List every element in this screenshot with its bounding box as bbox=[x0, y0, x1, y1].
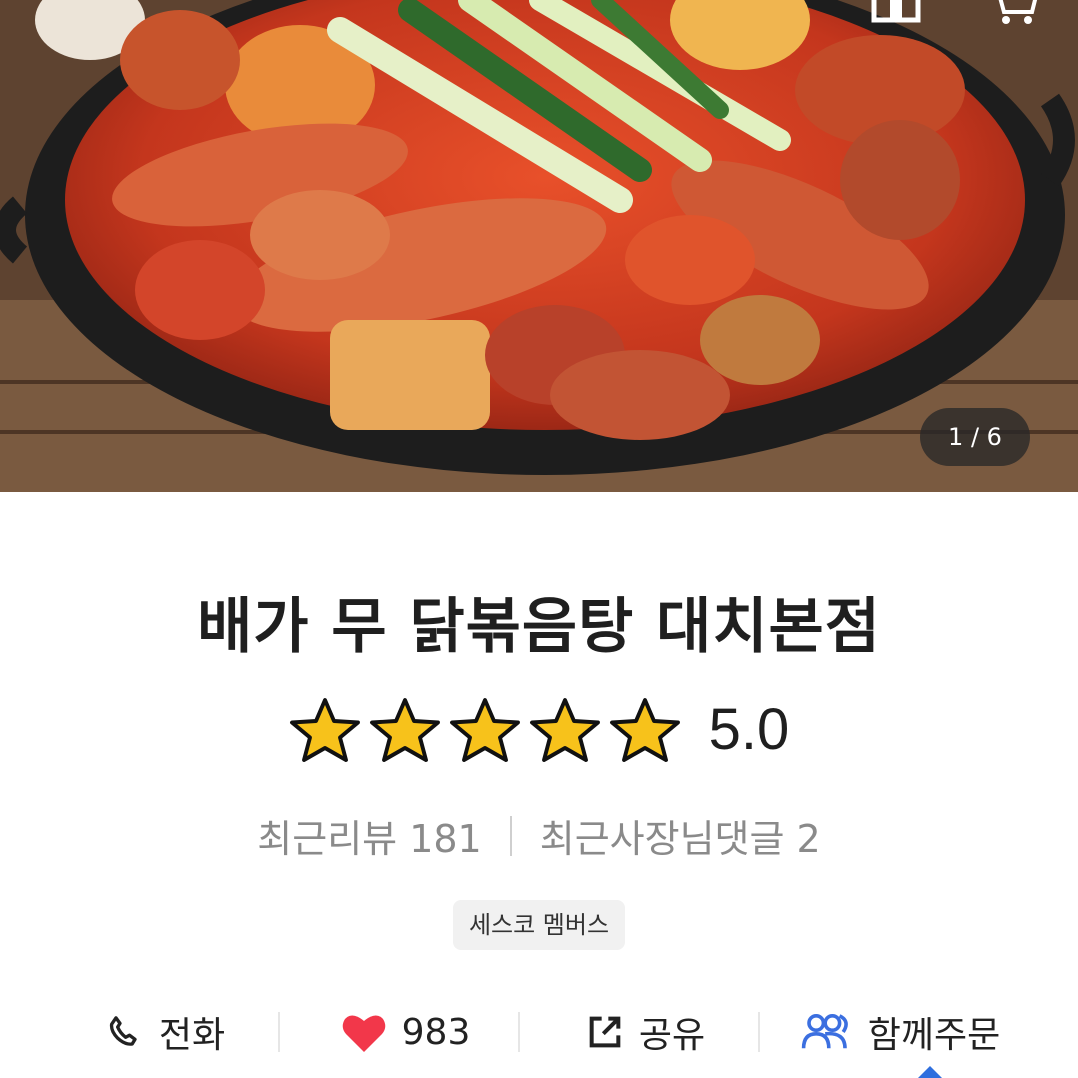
image-counter: 1 / 6 bbox=[920, 408, 1030, 466]
review-meta: 최근리뷰 181 최근사장님댓글 2 bbox=[0, 808, 1078, 863]
star-icon bbox=[449, 697, 520, 762]
food-photo-icon bbox=[0, 0, 1078, 492]
action-divider bbox=[758, 1012, 760, 1052]
rating-row: 5.0 bbox=[0, 696, 1078, 763]
heart-icon bbox=[340, 1010, 388, 1054]
tooltip-caret bbox=[918, 1066, 942, 1078]
phone-icon bbox=[105, 1012, 145, 1052]
store-name: 배가 무 닭볶음탕 대치본점 bbox=[197, 592, 881, 662]
meta-divider bbox=[509, 815, 512, 856]
recent-reviews-link[interactable]: 최근리뷰 181 bbox=[257, 808, 481, 863]
badge-row: 세스코 멤버스 bbox=[0, 900, 1078, 950]
call-label: 전화 bbox=[158, 1015, 226, 1056]
action-divider bbox=[518, 1012, 520, 1052]
food-photo[interactable]: 1 / 6 bbox=[0, 0, 1078, 492]
star-icon bbox=[609, 697, 680, 762]
group-icon bbox=[800, 1010, 854, 1054]
star-icon bbox=[369, 697, 440, 762]
star-rating bbox=[289, 697, 681, 763]
home-icon[interactable] bbox=[868, 0, 924, 26]
action-bar: 전화 983 공유 함께주문 bbox=[0, 1000, 1078, 1064]
star-icon bbox=[529, 697, 600, 762]
share-button[interactable]: 공유 bbox=[540, 1000, 750, 1064]
like-count: 983 bbox=[401, 1011, 471, 1053]
action-divider bbox=[278, 1012, 280, 1052]
share-label: 공유 bbox=[638, 1015, 706, 1056]
like-button[interactable]: 983 bbox=[300, 1000, 510, 1064]
rating-score: 5.0 bbox=[708, 697, 790, 762]
call-button[interactable]: 전화 bbox=[60, 1000, 270, 1064]
owner-comments-link[interactable]: 최근사장님댓글 2 bbox=[540, 808, 821, 863]
star-icon bbox=[289, 697, 360, 762]
group-order-label: 함께주문 bbox=[867, 1015, 1001, 1056]
cesco-members-badge: 세스코 멤버스 bbox=[452, 900, 626, 950]
share-icon bbox=[585, 1012, 625, 1052]
cart-icon[interactable] bbox=[986, 0, 1042, 26]
group-order-button[interactable]: 함께주문 bbox=[780, 1000, 1020, 1064]
